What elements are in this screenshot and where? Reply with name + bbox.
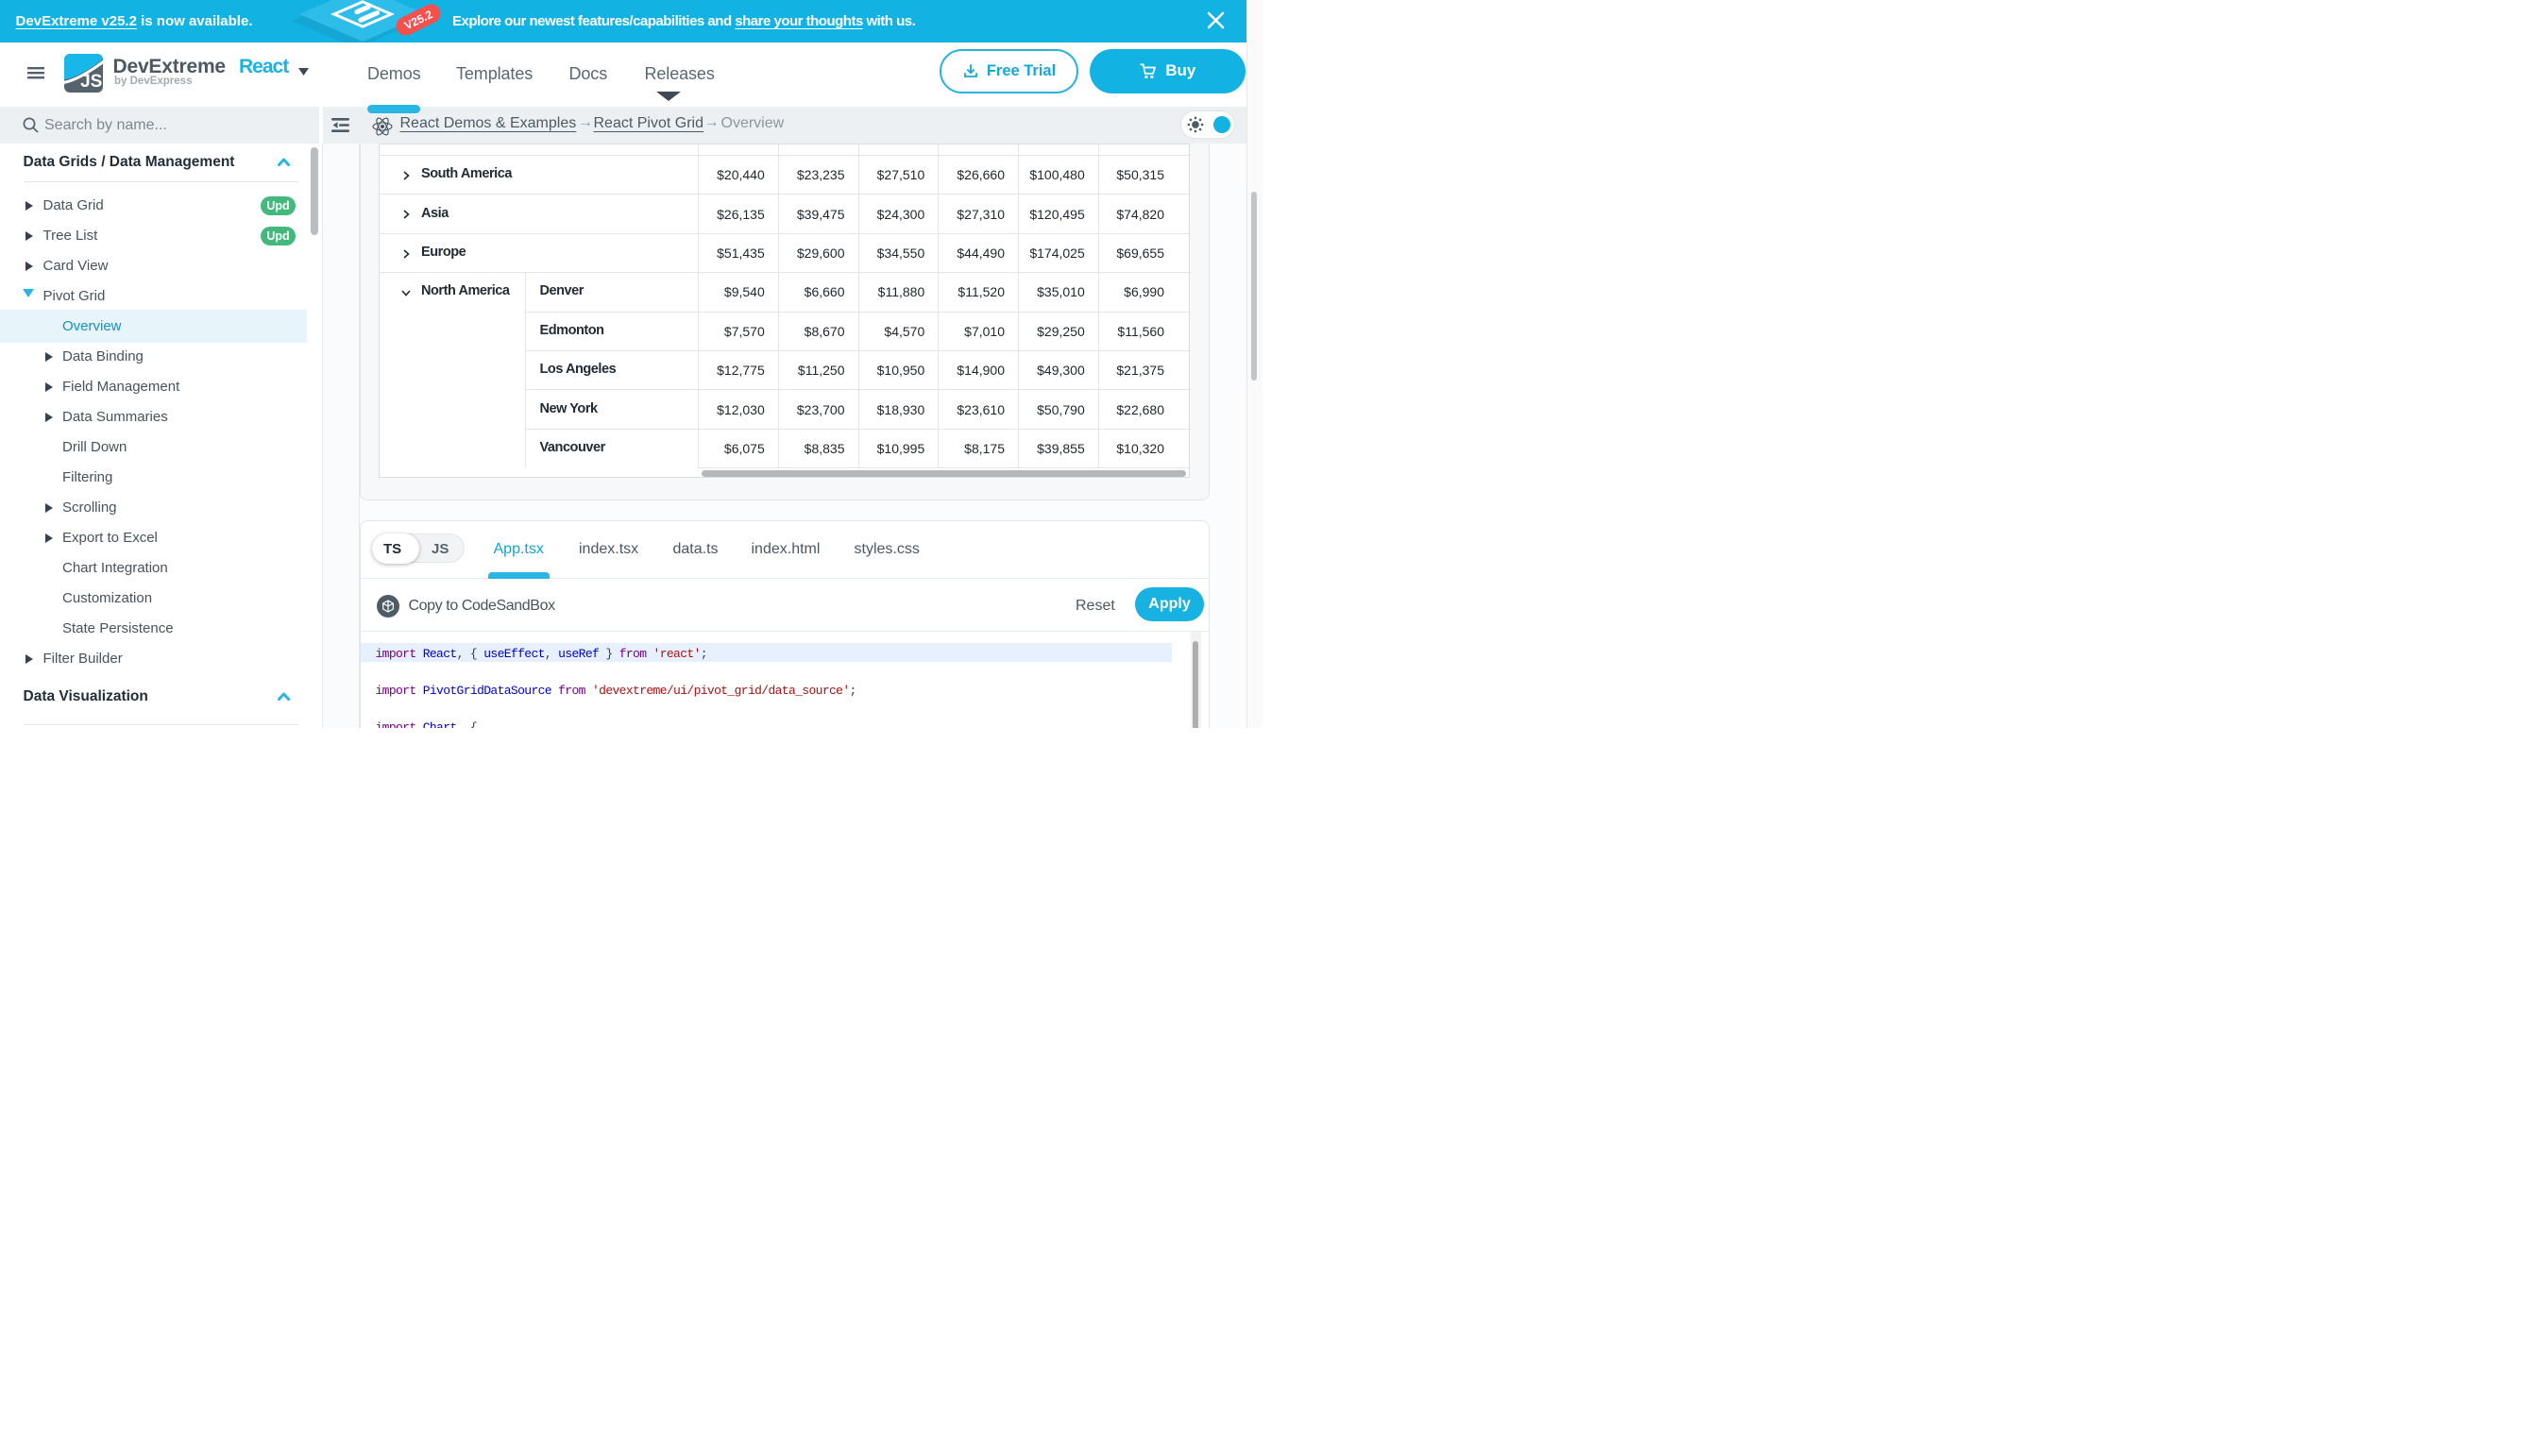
svg-text:JS: JS	[80, 72, 102, 92]
